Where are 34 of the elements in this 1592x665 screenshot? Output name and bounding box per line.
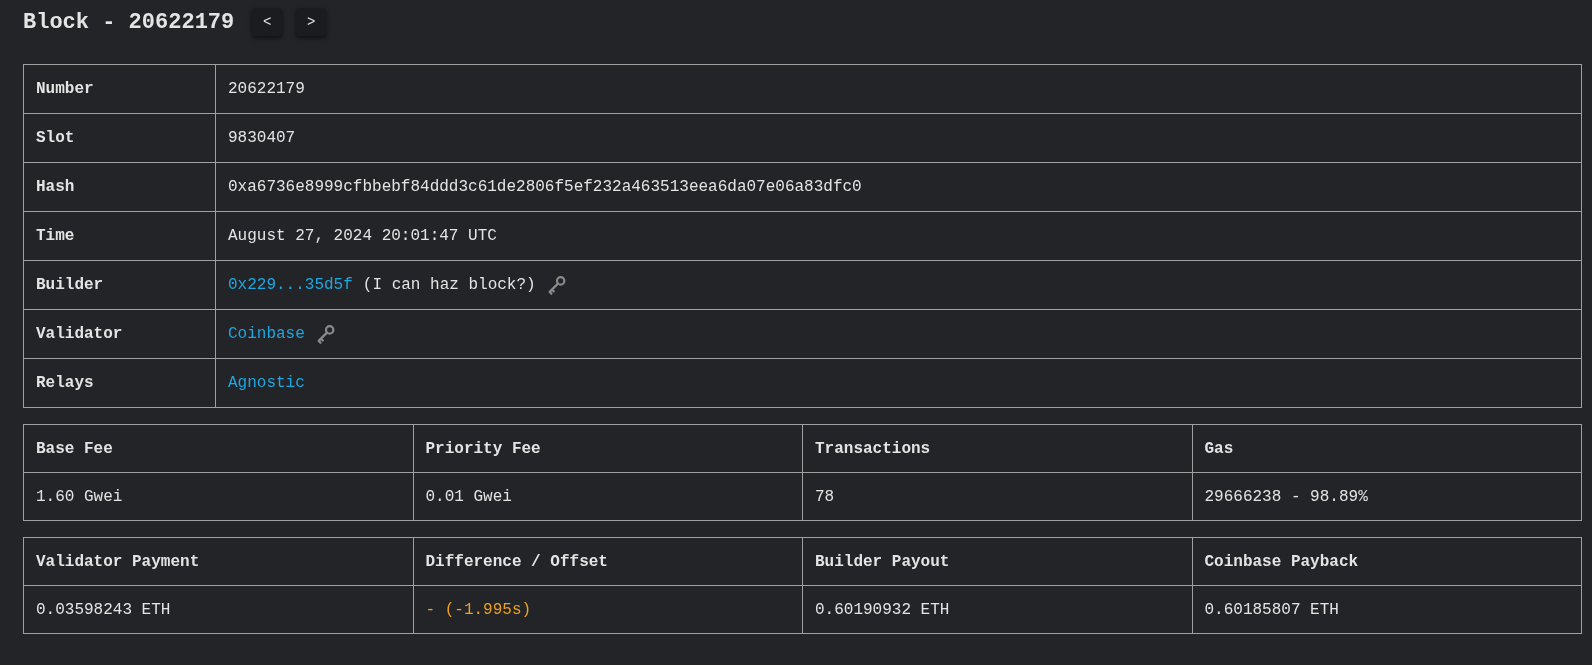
table-cell: 0.60190932 ETH bbox=[802, 585, 1192, 634]
column-header: Base Fee bbox=[23, 424, 413, 473]
table-cell: 0.03598243 ETH bbox=[23, 585, 413, 634]
table-cell: 29666238 - 98.89% bbox=[1192, 472, 1582, 521]
column-header: Difference / Offset bbox=[413, 537, 803, 586]
row-label: Time bbox=[23, 211, 216, 261]
column-header: Validator Payment bbox=[23, 537, 413, 586]
value-link[interactable]: Agnostic bbox=[228, 371, 305, 395]
previous-block-button[interactable]: < bbox=[252, 8, 283, 36]
value-link[interactable]: 0x229...35d5f bbox=[228, 273, 353, 297]
value-text: 9830407 bbox=[228, 128, 296, 149]
value-link[interactable]: Coinbase bbox=[228, 322, 305, 346]
row-label: Builder bbox=[23, 260, 216, 310]
column-header: Coinbase Payback bbox=[1192, 537, 1582, 586]
next-block-button[interactable]: > bbox=[296, 8, 327, 36]
value-text: 0xa6736e8999cfbbebf84ddd3c61de2806f5ef232a463513eea6da07e06a83dfc0 bbox=[228, 177, 862, 198]
row-label: Relays bbox=[23, 358, 216, 408]
table-cell: - (-1.995s) bbox=[413, 585, 803, 634]
value-text: August 27, 2024 20:01:47 UTC bbox=[228, 226, 497, 247]
table-cell: 1.60 Gwei bbox=[23, 472, 413, 521]
column-header: Builder Payout bbox=[802, 537, 1192, 586]
row-label: Number bbox=[23, 64, 216, 114]
table-cell: 78 bbox=[802, 472, 1192, 521]
table-cell: 0.01 Gwei bbox=[413, 472, 803, 521]
value-text: (I can haz block?) bbox=[362, 275, 536, 296]
page-title: Block - 20622179 bbox=[23, 8, 235, 37]
row-label: Hash bbox=[23, 162, 216, 212]
column-header: Priority Fee bbox=[413, 424, 803, 473]
table-cell: 0.60185807 ETH bbox=[1192, 585, 1582, 634]
row-label: Validator bbox=[23, 309, 216, 359]
column-header: Transactions bbox=[802, 424, 1192, 473]
row-label: Slot bbox=[23, 113, 216, 163]
column-header: Gas bbox=[1192, 424, 1582, 473]
value-text: 20622179 bbox=[228, 79, 305, 100]
